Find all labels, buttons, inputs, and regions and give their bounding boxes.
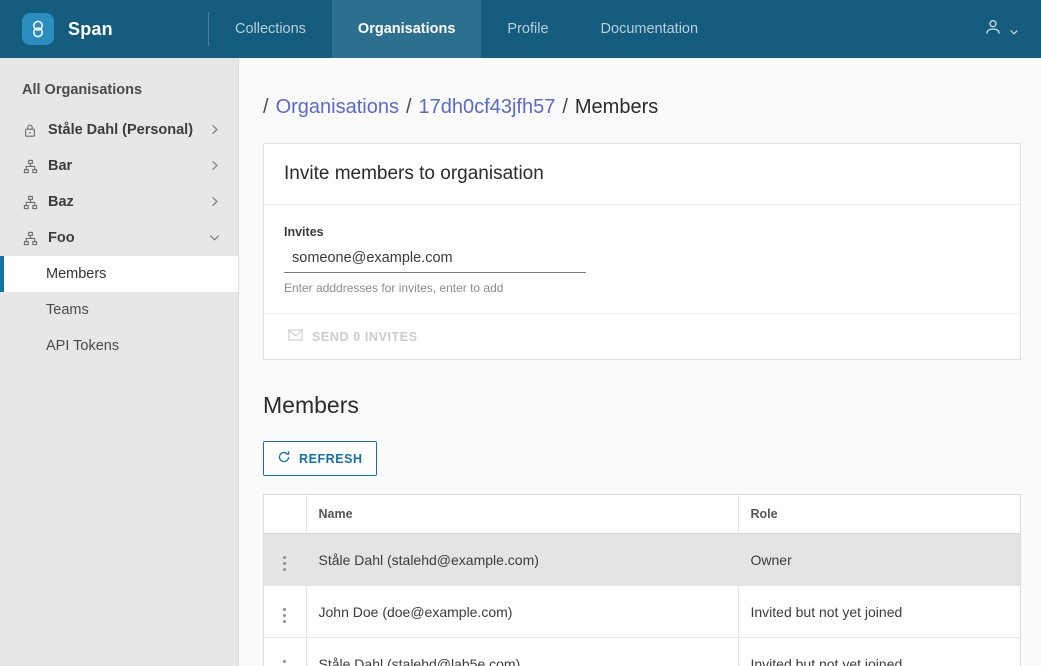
breadcrumb-separator: / xyxy=(405,96,412,118)
invites-field-label: Invites xyxy=(284,225,324,239)
table-row[interactable]: Ståle Dahl (stalehd@example.com) Owner xyxy=(264,533,1020,586)
members-section-title: Members xyxy=(263,392,359,418)
table-cell-role: Invited but not yet joined xyxy=(737,637,1020,666)
refresh-icon xyxy=(277,450,291,467)
kebab-menu-icon[interactable] xyxy=(275,658,294,666)
invite-card-footer: SEND 0 INVITES xyxy=(264,313,1020,359)
sidebar-org-bar[interactable]: Bar xyxy=(0,148,238,184)
nav-tab-collections[interactable]: Collections xyxy=(209,0,332,58)
breadcrumb-separator: / xyxy=(263,96,269,118)
invite-card-body: Invites Enter adddresses for invites, en… xyxy=(264,205,1020,313)
refresh-label: REFRESH xyxy=(299,451,363,466)
top-navigation-bar: Span Collections Organisations Profile D… xyxy=(0,0,1041,58)
table-row[interactable]: John Doe (doe@example.com) Invited but n… xyxy=(264,585,1020,638)
chevron-right-icon xyxy=(208,195,222,209)
chevron-down-icon xyxy=(208,231,222,245)
invite-card-title: Invite members to organisation xyxy=(264,144,1020,205)
breadcrumb-separator: / xyxy=(562,96,568,118)
chevron-right-icon xyxy=(208,123,222,137)
app-root: Span Collections Organisations Profile D… xyxy=(0,0,1041,666)
table-cell-name: John Doe (doe@example.com) xyxy=(305,585,738,638)
sidebar-org-label: Baz xyxy=(48,194,74,210)
main-nav: Collections Organisations Profile Docume… xyxy=(209,0,724,58)
send-invites-button[interactable]: SEND 0 INVITES xyxy=(284,327,422,346)
table-cell-role: Owner xyxy=(737,533,1020,586)
table-row[interactable]: Ståle Dahl (stalehd@lab5e.com) Invited b… xyxy=(264,637,1020,666)
breadcrumb-link-org-id[interactable]: 17dh0cf43jfh57 xyxy=(419,96,556,119)
sidebar-org-label: Ståle Dahl (Personal) xyxy=(48,122,194,138)
brand-area[interactable]: Span xyxy=(0,0,208,58)
nav-tab-documentation[interactable]: Documentation xyxy=(575,0,725,58)
nav-tab-organisations[interactable]: Organisations xyxy=(331,0,482,58)
sidebar-org-personal[interactable]: Ståle Dahl (Personal) xyxy=(0,112,238,148)
sitemap-icon xyxy=(22,230,38,246)
invite-members-card: Invite members to organisation Invites E… xyxy=(263,143,1021,360)
table-header-name: Name xyxy=(305,495,738,534)
page-body: All Organisations Ståle Dahl (Personal) xyxy=(0,58,1041,666)
sidebar-item-teams[interactable]: Teams xyxy=(0,292,238,328)
sidebar-title: All Organisations xyxy=(22,82,143,98)
table-cell-menu xyxy=(264,638,306,666)
invites-field-hint: Enter adddresses for invites, enter to a… xyxy=(284,281,504,295)
sidebar-org-label: Bar xyxy=(48,158,73,174)
table-cell-name: Ståle Dahl (stalehd@lab5e.com) xyxy=(305,637,738,666)
table-header-menu xyxy=(264,495,306,534)
breadcrumb-link-organisations[interactable]: Organisations xyxy=(276,96,399,119)
table-cell-menu xyxy=(264,585,306,638)
sitemap-icon xyxy=(22,158,38,174)
kebab-menu-icon[interactable] xyxy=(275,554,294,573)
sidebar-item-api-tokens[interactable]: API Tokens xyxy=(0,328,238,364)
kebab-menu-icon[interactable] xyxy=(275,606,294,625)
user-avatar-icon xyxy=(983,17,1003,42)
breadcrumb-current-members: Members xyxy=(574,96,659,118)
send-invites-label: SEND 0 INVITES xyxy=(312,329,418,344)
sitemap-icon xyxy=(22,194,38,210)
lock-icon xyxy=(22,122,38,138)
main-content: / Organisations / 17dh0cf43jfh57 / Membe… xyxy=(239,58,1041,666)
sidebar-org-baz[interactable]: Baz xyxy=(0,184,238,220)
brand-name: Span xyxy=(68,18,113,39)
refresh-button[interactable]: REFRESH xyxy=(263,441,377,476)
user-menu-button[interactable] xyxy=(961,0,1041,58)
table-cell-role: Invited but not yet joined xyxy=(737,585,1020,638)
members-table: Name Role Ståle Dahl (stalehd@example.co… xyxy=(263,494,1021,666)
invites-input[interactable] xyxy=(284,248,586,273)
table-header-row: Name Role xyxy=(264,495,1020,534)
breadcrumb: / Organisations / 17dh0cf43jfh57 / Membe… xyxy=(263,96,1021,119)
span-infinity-logo-icon xyxy=(22,13,54,45)
sidebar: All Organisations Ståle Dahl (Personal) xyxy=(0,58,239,666)
table-header-role: Role xyxy=(737,495,1020,534)
table-cell-name: Ståle Dahl (stalehd@example.com) xyxy=(305,533,738,586)
sidebar-org-foo[interactable]: Foo xyxy=(0,220,238,256)
sidebar-org-label: Foo xyxy=(48,230,75,246)
nav-tab-profile[interactable]: Profile xyxy=(481,0,574,58)
chevron-down-icon xyxy=(1009,24,1019,35)
table-cell-menu xyxy=(264,533,306,586)
envelope-icon xyxy=(288,329,303,344)
chevron-right-icon xyxy=(208,159,222,173)
sidebar-item-members[interactable]: Members xyxy=(0,256,238,292)
